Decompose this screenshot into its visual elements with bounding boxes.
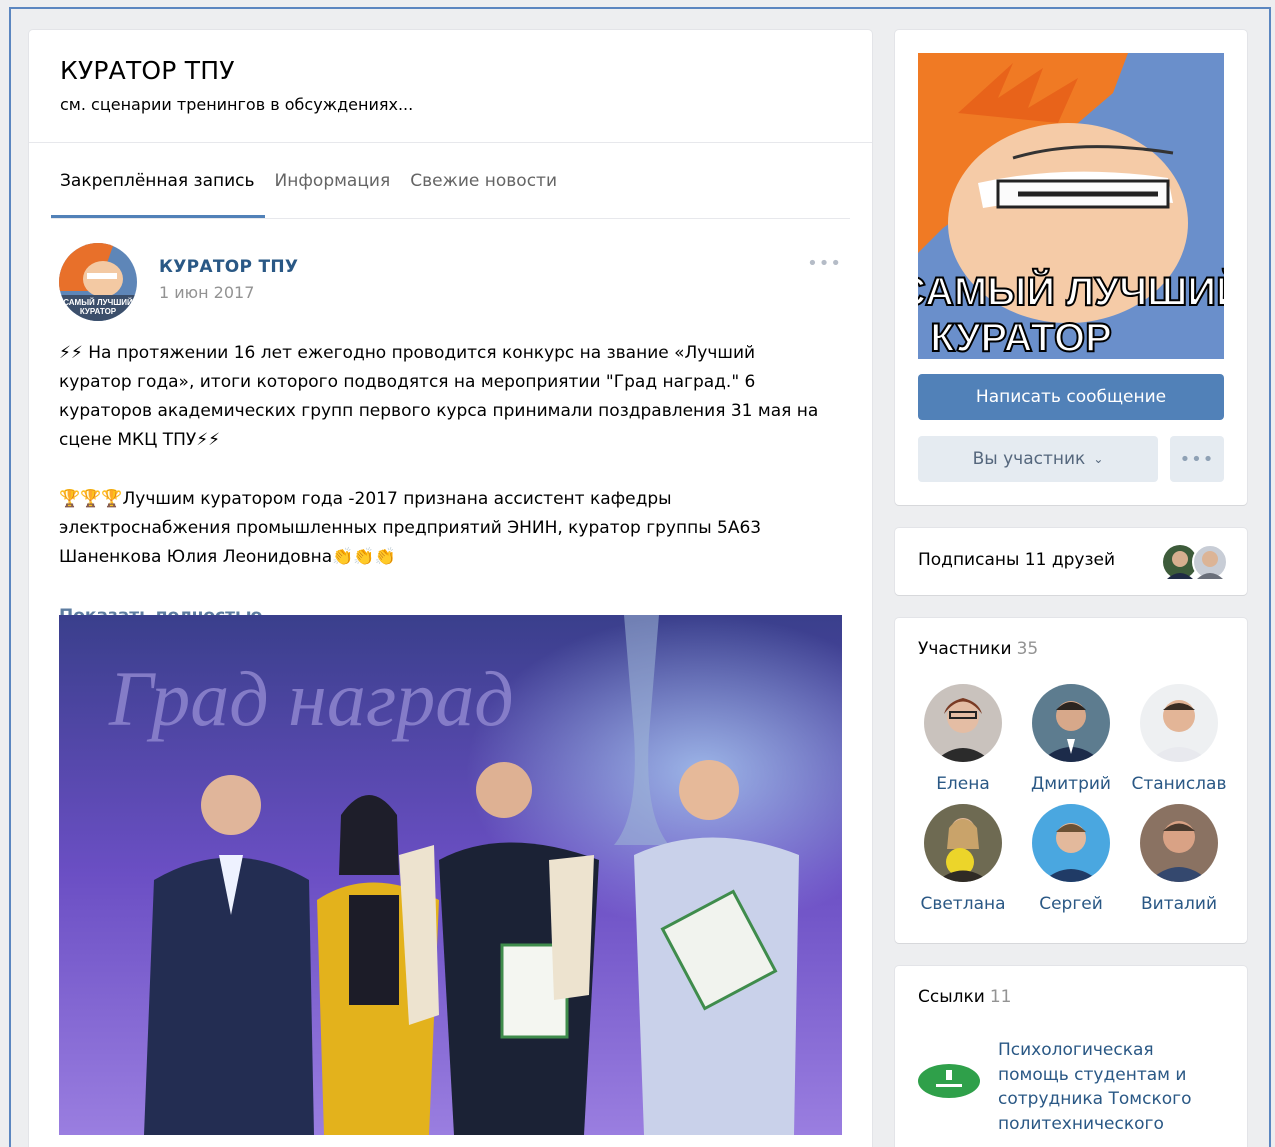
post-author-avatar[interactable]: САМЫЙ ЛУЧШИЙ КУРАТОР [59,243,137,321]
links-count: 11 [989,987,1012,1007]
avatar [1140,684,1218,762]
members-card: Участники 35 Елена Дмитрий Станислав Свет… [895,618,1247,943]
wall-tabs: Закреплённая запись Информация Свежие но… [51,143,850,219]
member-name: Елена [936,774,990,794]
avatar [924,684,1002,762]
links-card: Ссылки 11 Психологическая помощь студента… [895,966,1247,1147]
svg-text:КУРАТОР: КУРАТОР [80,307,117,316]
member-name: Сергей [1039,894,1103,914]
membership-dropdown-button[interactable]: Вы участник ⌄ [918,436,1158,482]
members-header[interactable]: Участники 35 [918,639,1038,659]
members-grid: Елена Дмитрий Станислав Светлана Сергей [909,684,1239,914]
group-status[interactable]: см. сценарии тренингов в обсуждениях... [60,95,841,114]
group-cover-image[interactable]: САМЫЙ ЛУЧШИЙ КУРАТОР [918,53,1224,359]
photo-banner-text: Град наград [108,655,514,742]
avatar [924,804,1002,882]
group-header: КУРАТОР ТПУ см. сценарии тренингов в обс… [29,30,872,143]
members-label: Участники [918,639,1012,659]
members-count: 35 [1016,639,1039,659]
tab-pinned-post[interactable]: Закреплённая запись [51,143,265,218]
link-logo-icon [918,1050,980,1112]
friends-subscribed-card[interactable]: Подписаны 11 друзей [895,528,1247,595]
post-header: САМЫЙ ЛУЧШИЙ КУРАТОР КУРАТОР ТПУ 1 июн 2… [59,219,842,321]
member-name: Светлана [920,894,1006,914]
member-item[interactable]: Елена [909,684,1017,794]
group-more-button[interactable]: ••• [1170,436,1224,482]
member-item[interactable]: Станислав [1125,684,1233,794]
cover-caption-line-1: САМЫЙ ЛУЧШИЙ [918,268,1224,314]
links-label: Ссылки [918,987,985,1007]
member-item[interactable]: Светлана [909,804,1017,914]
member-name: Дмитрий [1031,774,1111,794]
avatar [1140,804,1218,882]
post-paragraph-1: ⚡⚡ На протяжении 16 лет ежегодно проводи… [59,343,819,450]
member-item[interactable]: Виталий [1125,804,1233,914]
avatar [1032,804,1110,882]
post-photo[interactable]: Град наград [59,615,842,1135]
friends-subscribed-label: Подписаны 11 друзей [918,550,1115,570]
member-name: Станислав [1131,774,1227,794]
post-paragraph-2: 🏆🏆🏆Лучшим куратором года -2017 признана … [59,489,762,567]
write-message-button[interactable]: Написать сообщение [918,374,1224,420]
friends-avatars[interactable] [1163,544,1228,580]
member-name: Виталий [1141,894,1217,914]
membership-label: Вы участник [972,449,1086,469]
cover-caption-line-2: КУРАТОР [930,316,1112,359]
pinned-post: САМЫЙ ЛУЧШИЙ КУРАТОР КУРАТОР ТПУ 1 июн 2… [29,219,872,631]
avatar [1032,684,1110,762]
chevron-down-icon: ⌄ [1093,452,1104,466]
links-header[interactable]: Ссылки 11 [918,987,1011,1007]
group-main-card: КУРАТОР ТПУ см. сценарии тренингов в обс… [29,30,872,1147]
post-more-icon[interactable]: ••• [807,253,842,274]
tab-information[interactable]: Информация [265,143,401,218]
link-text: Психологическая помощь студентам и сотру… [998,1040,1192,1134]
post-text: ⚡⚡ На протяжении 16 лет ежегодно проводи… [59,339,829,631]
member-item[interactable]: Сергей [1017,804,1125,914]
post-date[interactable]: 1 июн 2017 [159,283,254,302]
svg-text:САМЫЙ ЛУЧШИЙ: САМЫЙ ЛУЧШИЙ [63,298,133,307]
group-cover-card: САМЫЙ ЛУЧШИЙ КУРАТОР Написать сообщение … [895,30,1247,505]
group-title: КУРАТОР ТПУ [60,56,235,85]
link-item[interactable]: Психологическая помощь студентам и сотру… [918,1038,1208,1136]
post-author-link[interactable]: КУРАТОР ТПУ [159,257,298,277]
tab-latest-news[interactable]: Свежие новости [400,143,567,218]
member-item[interactable]: Дмитрий [1017,684,1125,794]
